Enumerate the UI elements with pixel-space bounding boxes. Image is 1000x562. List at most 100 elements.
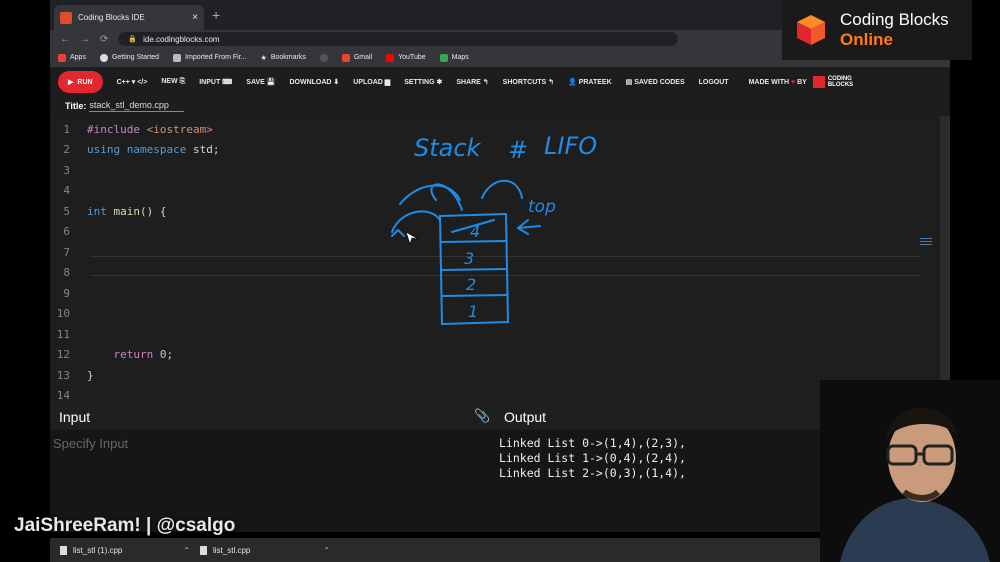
saved-codes-button[interactable]: ▤ SAVED CODES (626, 78, 685, 86)
language-select[interactable]: C++ ▾ </> (117, 78, 148, 86)
github-icon[interactable] (319, 53, 328, 62)
bookmark-imported[interactable]: Imported From Fir... (173, 53, 247, 62)
code-token: return (87, 348, 154, 361)
chevron-up-icon[interactable]: ⌃ (183, 546, 190, 555)
play-icon: ▶ (68, 79, 74, 86)
code-text: return 0; (87, 348, 173, 361)
reload-icon[interactable]: ⟳ (100, 34, 108, 45)
line-number: 3 (63, 164, 70, 177)
save-button[interactable]: SAVE 💾 (246, 78, 275, 86)
io-panel: Input 📎 Output Specify Input Linked List… (50, 402, 950, 532)
bookmark-getting-started[interactable]: Getting Started (99, 53, 159, 62)
user-menu[interactable]: 👤 PRATEEK (568, 78, 612, 86)
line-number: 4 (63, 184, 70, 197)
download-item[interactable]: list_stl (1).cpp ⌃ (60, 545, 200, 555)
output-label: Output (504, 409, 547, 425)
code-line[interactable]: 12 return 0; (50, 348, 940, 368)
close-tab-icon[interactable]: × (192, 12, 198, 23)
presenter-webcam (820, 380, 1000, 562)
download-button[interactable]: DOWNLOAD ⬇ (289, 78, 339, 86)
browser-tab[interactable]: Coding Blocks IDE × (54, 5, 204, 30)
code-token: int (87, 205, 107, 218)
io-header (50, 402, 950, 430)
code-token: ; (166, 348, 174, 361)
tab-title: Coding Blocks IDE (78, 13, 145, 22)
output-line: Linked List 2->(0,3),(1,4), (499, 466, 686, 480)
input-label: Input (59, 409, 91, 425)
line-number: 14 (56, 389, 70, 402)
line-number: 13 (56, 369, 70, 382)
setting-button[interactable]: SETTING ✱ (404, 78, 442, 86)
mouse-cursor-icon (405, 231, 419, 245)
line-number: 2 (63, 143, 70, 156)
paperclip-icon[interactable]: 📎 (474, 408, 490, 424)
minimap[interactable] (920, 238, 932, 248)
code-text: } (87, 369, 94, 382)
bookmark-gmail[interactable]: Gmail (341, 53, 372, 62)
code-token: std; (186, 143, 220, 156)
heart-icon: ♥ (791, 78, 796, 86)
stack-cell-2: 2 (466, 275, 476, 294)
folder-icon (173, 53, 182, 62)
shortcuts-button[interactable]: SHORTCUTS ↰ (503, 78, 554, 86)
url-text: ide.codingblocks.com (143, 34, 220, 44)
input-button[interactable]: INPUT ⌨ (199, 78, 232, 86)
new-tab-button[interactable]: + (212, 7, 220, 23)
stack-cell-4: 4 (470, 222, 480, 241)
back-icon[interactable]: ← (60, 34, 70, 45)
editor-scrollbar[interactable] (940, 116, 950, 402)
code-text: #include <iostream> (87, 123, 213, 136)
line-number: 12 (56, 348, 70, 361)
code-token: using (87, 143, 121, 156)
code-line[interactable]: 14 (50, 389, 940, 402)
brand-line1: Coding Blocks (840, 10, 949, 29)
code-token: namespace (120, 143, 187, 156)
coding-blocks-online-logo: Coding Blocks Online (782, 0, 972, 60)
code-token: } (87, 369, 94, 382)
top-label: top (528, 197, 556, 217)
code-text: int main() { (87, 205, 167, 218)
forward-icon[interactable]: → (80, 34, 90, 45)
title-symbol: # (508, 136, 528, 164)
title-input[interactable]: stack_stl_demo.cpp (89, 100, 185, 112)
downloads-bar: list_stl (1).cpp ⌃ list_stl.cpp ⌃ (50, 538, 950, 562)
url-input[interactable]: 🔒 ide.codingblocks.com (118, 32, 679, 46)
bookmark-youtube[interactable]: YouTube (386, 53, 426, 62)
cube-logo-icon (812, 76, 825, 88)
gmail-icon (341, 53, 350, 62)
line-number: 1 (63, 123, 70, 136)
lock-icon: 🔒 (128, 36, 138, 43)
stack-cell-1: 1 (468, 302, 478, 321)
chevron-up-icon[interactable]: ⌃ (323, 546, 330, 555)
bookmark-bookmarks[interactable]: ★ Bookmarks (261, 54, 306, 62)
stack-drawing: Stack # LIFO top 4 3 2 1 (391, 132, 597, 326)
code-line[interactable]: 13} (50, 369, 940, 389)
line-number: 10 (56, 307, 70, 320)
stack-cell-3: 3 (464, 249, 474, 268)
upload-button[interactable]: UPLOAD ▆ (353, 78, 390, 86)
code-token: <iostream> (139, 123, 213, 136)
code-token: 0 (153, 348, 167, 361)
share-button[interactable]: SHARE ↰ (456, 78, 488, 86)
maps-icon (439, 53, 448, 62)
run-button[interactable]: ▶ RUN (58, 71, 103, 93)
line-number: 8 (63, 266, 70, 279)
code-token: () { (140, 205, 167, 218)
firefox-icon (99, 53, 108, 62)
output-line: Linked List 0->(1,4),(2,3), (499, 436, 686, 450)
new-button[interactable]: NEW ⎘ (161, 78, 185, 86)
bookmark-maps[interactable]: Maps (439, 53, 469, 62)
title-label: Title: (65, 101, 87, 111)
favicon-icon (60, 11, 72, 24)
logout-button[interactable]: LOGOUT (699, 79, 729, 86)
coding-blocks-logo[interactable]: CODING BLOCKS (812, 76, 853, 88)
download-item[interactable]: list_stl.cpp ⌃ (200, 545, 340, 555)
line-number: 6 (63, 225, 70, 238)
line-number: 5 (63, 205, 70, 218)
bookmark-apps[interactable]: Apps (58, 53, 86, 62)
code-token: #include (87, 123, 140, 136)
line-number: 9 (63, 287, 70, 300)
input-textarea[interactable]: Specify Input (53, 436, 128, 451)
line-number: 11 (56, 328, 70, 341)
youtube-icon (386, 53, 395, 62)
